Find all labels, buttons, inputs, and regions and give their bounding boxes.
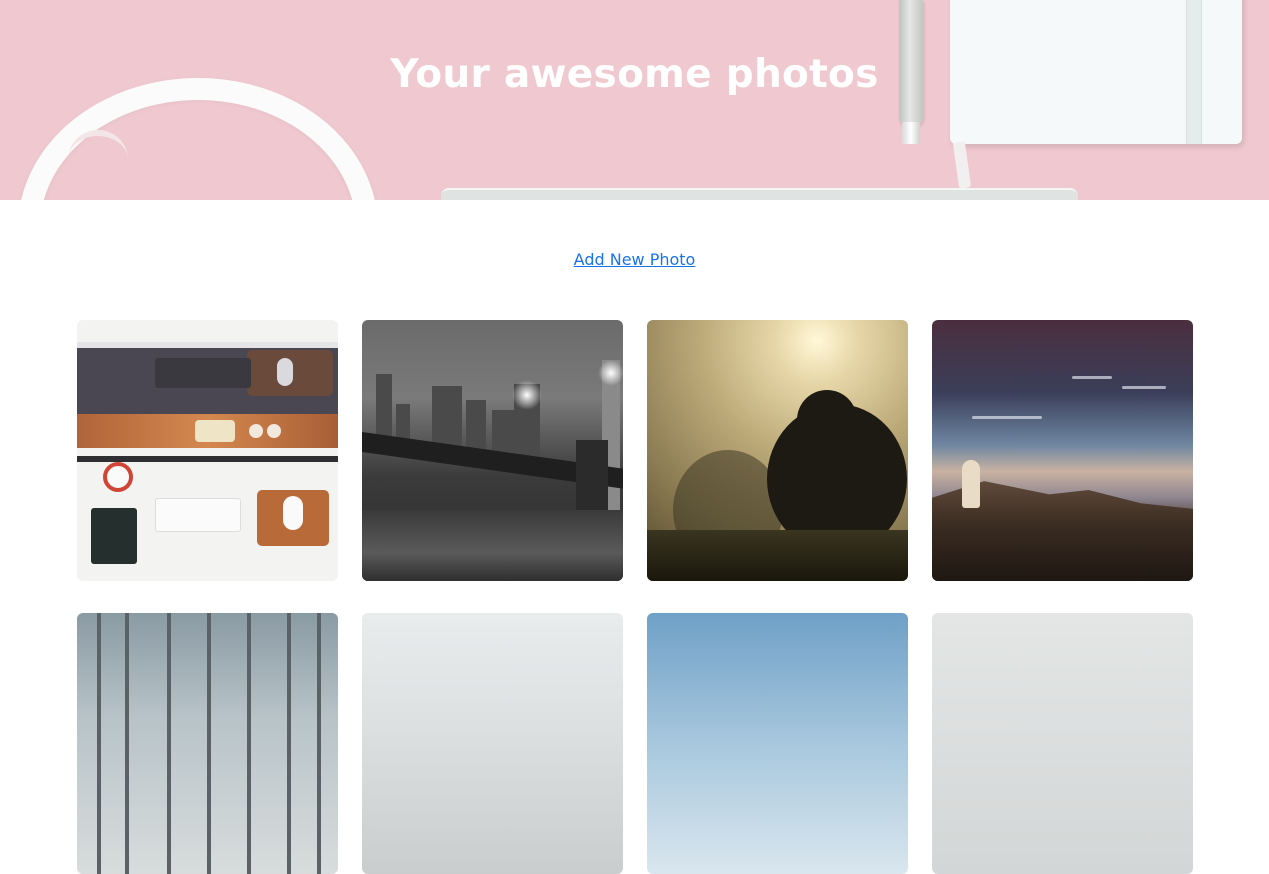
photo-grid xyxy=(77,320,1193,874)
water-shape xyxy=(362,510,623,581)
ribbon-decoration xyxy=(952,141,972,189)
add-new-photo-link[interactable]: Add New Photo xyxy=(574,250,696,269)
coffee-cup-shape xyxy=(103,462,133,492)
ground-shape xyxy=(647,530,908,581)
trunk-shape xyxy=(247,613,251,874)
photo-blue-sky[interactable] xyxy=(647,613,908,874)
trunk-shape xyxy=(97,613,101,874)
cloud-streak xyxy=(1122,386,1166,389)
trunk-shape xyxy=(125,613,129,874)
white-mouse-shape xyxy=(283,496,303,530)
laptop-decoration xyxy=(441,188,1078,200)
photo-misty-landscape[interactable] xyxy=(362,613,623,874)
cloud-streak xyxy=(1072,376,1112,379)
photo-desk-flatlay[interactable] xyxy=(77,320,338,581)
trunk-shape xyxy=(287,613,291,874)
photo-foggy-tree[interactable] xyxy=(647,320,908,581)
light-glow xyxy=(598,360,623,386)
photo-winter-forest[interactable] xyxy=(77,613,338,874)
mouse-shape xyxy=(277,358,293,386)
trunk-shape xyxy=(317,613,321,874)
light-glow xyxy=(512,380,542,410)
photo-grey-sky[interactable] xyxy=(932,613,1193,874)
hero-banner: Your awesome photos xyxy=(0,0,1269,200)
tree-shape xyxy=(797,390,857,450)
photo-city-bridge-night[interactable] xyxy=(362,320,623,581)
cup-shape xyxy=(249,424,263,438)
pen-tip-decoration xyxy=(902,122,920,144)
trunk-shape xyxy=(207,613,211,874)
page-title: Your awesome photos xyxy=(390,52,879,97)
tray-shape xyxy=(195,420,235,442)
tablet-shape xyxy=(91,508,137,564)
person-figure-shape xyxy=(962,460,980,508)
keyboard-shape xyxy=(155,358,251,388)
photo-mountain-sunset[interactable] xyxy=(932,320,1193,581)
trunk-shape xyxy=(167,613,171,874)
cloud-streak xyxy=(972,416,1042,419)
cup-shape xyxy=(267,424,281,438)
add-photo-row: Add New Photo xyxy=(0,250,1269,270)
bridge-tower-shape xyxy=(576,440,608,510)
white-keyboard-shape xyxy=(155,498,241,532)
